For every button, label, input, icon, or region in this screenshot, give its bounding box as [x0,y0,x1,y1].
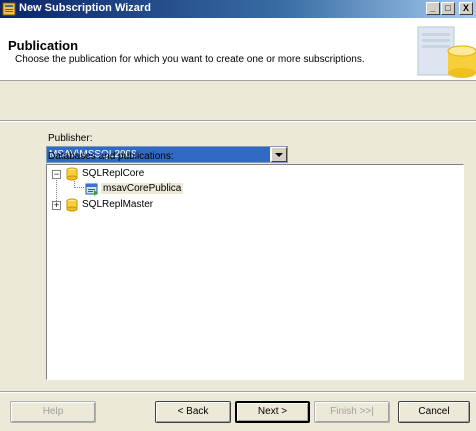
header-separator [0,120,476,122]
footer-separator [0,391,476,393]
tree-item-sqlreplmaster[interactable]: + SQLReplMaster [47,198,247,212]
title-bar[interactable]: New Subscription Wizard _ □ X [0,0,476,18]
tree-item-label: SQLReplCore [82,168,145,179]
app-icon [2,2,16,16]
header-banner: Publication Choose the publication for w… [0,18,476,81]
maximize-button[interactable]: □ [441,2,455,15]
database-icon [66,198,78,212]
back-button[interactable]: < Back [155,401,231,423]
tree-item-sqlreplcore[interactable]: − SQLReplCore [47,167,247,181]
collapse-icon[interactable]: − [52,170,61,179]
cancel-button[interactable]: Cancel [398,401,470,423]
page-subtitle: Choose the publication for which you wan… [15,54,365,65]
finish-button[interactable]: Finish >>| [314,401,390,423]
tree-item-msavcorepublica[interactable]: msavCorePublica [47,182,247,196]
databases-label: Databases and publications: [48,151,174,162]
tree-item-label: SQLReplMaster [82,199,154,210]
publisher-label: Publisher: [48,133,93,144]
publications-tree[interactable]: − SQLReplCore msavCorePublica + SQLReplM… [46,164,464,380]
help-button[interactable]: Help [10,401,96,423]
database-icon [66,167,78,181]
close-button[interactable]: X [459,2,473,15]
expand-icon[interactable]: + [52,201,61,210]
chevron-down-icon[interactable] [271,147,287,162]
next-button[interactable]: Next > [235,401,310,423]
window-title: New Subscription Wizard [19,2,151,14]
page-title: Publication [8,38,79,53]
tree-item-label: msavCorePublica [101,183,184,194]
database-cylinder-graphic [417,26,476,78]
minimize-button[interactable]: _ [426,2,440,15]
wizard-window: New Subscription Wizard _ □ X Publicatio… [0,0,476,431]
publication-icon [85,183,98,196]
